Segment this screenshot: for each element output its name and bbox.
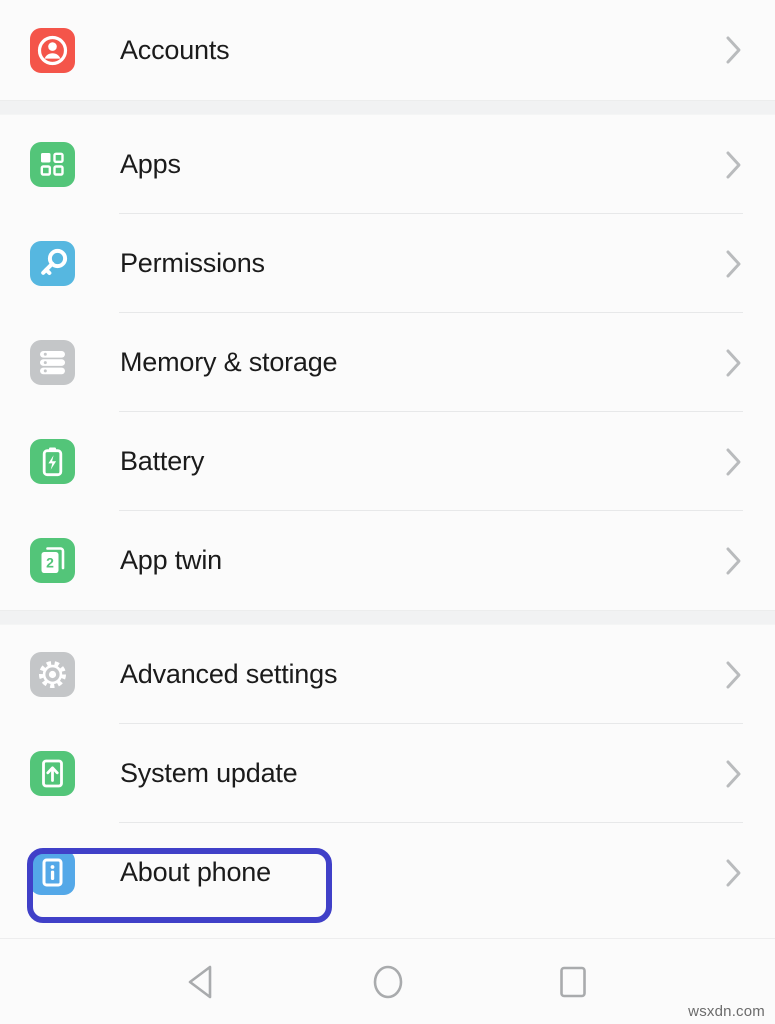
key-icon (30, 241, 75, 286)
settings-row-label: App twin (120, 545, 222, 575)
gear-icon (30, 652, 75, 697)
site-watermark: wsxdn.com (688, 1003, 765, 1020)
section-divider-gap-2 (0, 610, 775, 625)
android-navigation-bar (0, 938, 775, 1024)
chevron-right-icon (723, 658, 745, 692)
chevron-right-icon (723, 346, 745, 380)
settings-row-advanced-settings[interactable]: Advanced settings (0, 625, 775, 724)
settings-row-about-phone[interactable]: About phone (0, 823, 775, 922)
settings-list[interactable]: Accounts Apps Permissions Memory & stora… (0, 0, 775, 938)
recents-square-icon[interactable] (538, 952, 608, 1012)
phone-info-icon (30, 850, 75, 895)
settings-section-apps: Apps Permissions Memory & storage Batter… (0, 115, 775, 610)
settings-row-label: Advanced settings (120, 659, 338, 689)
home-circle-icon[interactable] (353, 952, 423, 1012)
battery-bolt-icon (30, 439, 75, 484)
settings-row-app-twin[interactable]: 2 App twin (0, 511, 775, 610)
phone-up-arrow-icon (30, 751, 75, 796)
settings-row-system-update[interactable]: System update (0, 724, 775, 823)
settings-section-accounts: Accounts (0, 0, 775, 100)
account-person-icon (30, 27, 75, 73)
chevron-right-icon (723, 544, 745, 578)
settings-row-label: About phone (120, 857, 271, 887)
chevron-right-icon (723, 445, 745, 479)
settings-row-label: Permissions (120, 248, 265, 278)
settings-row-label: Battery (120, 446, 205, 476)
chevron-right-icon (723, 33, 745, 67)
settings-row-memory-storage[interactable]: Memory & storage (0, 313, 775, 412)
chevron-right-icon (723, 247, 745, 281)
settings-row-accounts[interactable]: Accounts (0, 0, 775, 100)
settings-screen: Accounts Apps Permissions Memory & stora… (0, 0, 775, 1024)
apps-grid-icon (30, 142, 75, 187)
settings-row-apps[interactable]: Apps (0, 115, 775, 214)
settings-row-label: Accounts (120, 34, 230, 65)
back-triangle-icon[interactable] (168, 952, 238, 1012)
settings-row-label: Apps (120, 149, 181, 179)
storage-stack-icon (30, 340, 75, 385)
settings-row-permissions[interactable]: Permissions (0, 214, 775, 313)
chevron-right-icon (723, 757, 745, 791)
app-twin-icon: 2 (30, 538, 75, 583)
svg-text:2: 2 (46, 555, 54, 571)
chevron-right-icon (723, 856, 745, 890)
chevron-right-icon (723, 148, 745, 182)
settings-row-battery[interactable]: Battery (0, 412, 775, 511)
settings-section-system: Advanced settings System update About ph… (0, 625, 775, 922)
section-divider-gap-1 (0, 100, 775, 115)
settings-row-label: Memory & storage (120, 347, 338, 377)
settings-row-label: System update (120, 758, 298, 788)
